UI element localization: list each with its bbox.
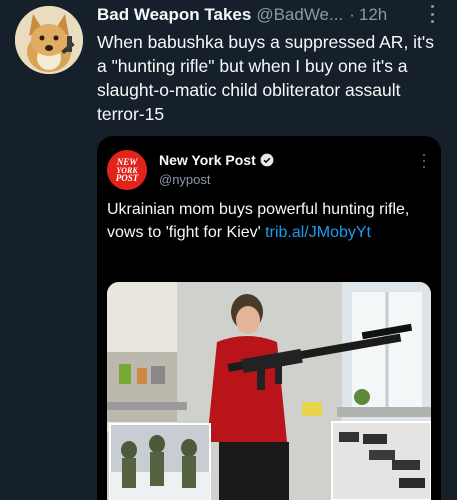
nypost-logo[interactable]: NEW YORK POST — [107, 150, 147, 190]
logo-word-post: POST — [116, 173, 139, 183]
tweet-header: Bad Weapon Takes @BadWe... · 12h — [97, 3, 447, 27]
quoted-link[interactable]: trib.al/JMobyYt — [265, 224, 371, 241]
quoted-text: Ukrainian mom buys powerful hunting rifl… — [107, 198, 427, 244]
tweet-text: When babushka buys a suppressed AR, it's… — [97, 32, 435, 124]
display-name[interactable]: Bad Weapon Takes — [97, 5, 251, 25]
quoted-tweet[interactable]: NEW YORK POST New York Post @nypost Ukra… — [97, 136, 441, 500]
tweet: Bad Weapon Takes @BadWe... · 12h When ba… — [0, 0, 457, 500]
quoted-name-label: New York Post — [159, 152, 256, 168]
quoted-more-icon[interactable] — [423, 154, 427, 168]
quoted-media-image[interactable] — [107, 282, 431, 500]
doge-avatar-image — [15, 6, 83, 74]
quoted-display-name[interactable]: New York Post — [159, 152, 274, 168]
user-handle[interactable]: @BadWe... — [256, 5, 343, 25]
more-options-icon[interactable] — [427, 5, 437, 23]
verified-badge-icon — [260, 153, 274, 167]
separator-dot: · — [349, 5, 355, 24]
timestamp[interactable]: 12h — [359, 5, 387, 25]
avatar[interactable] — [15, 6, 83, 74]
quoted-handle[interactable]: @nypost — [159, 172, 211, 187]
